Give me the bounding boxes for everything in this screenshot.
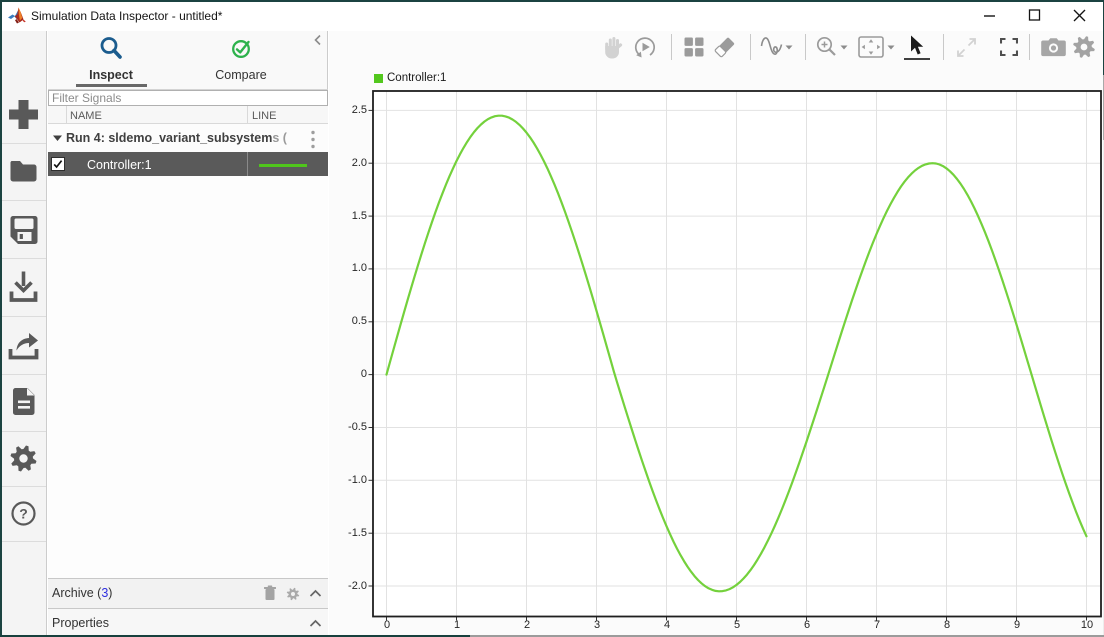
svg-text:?: ? (19, 506, 28, 522)
